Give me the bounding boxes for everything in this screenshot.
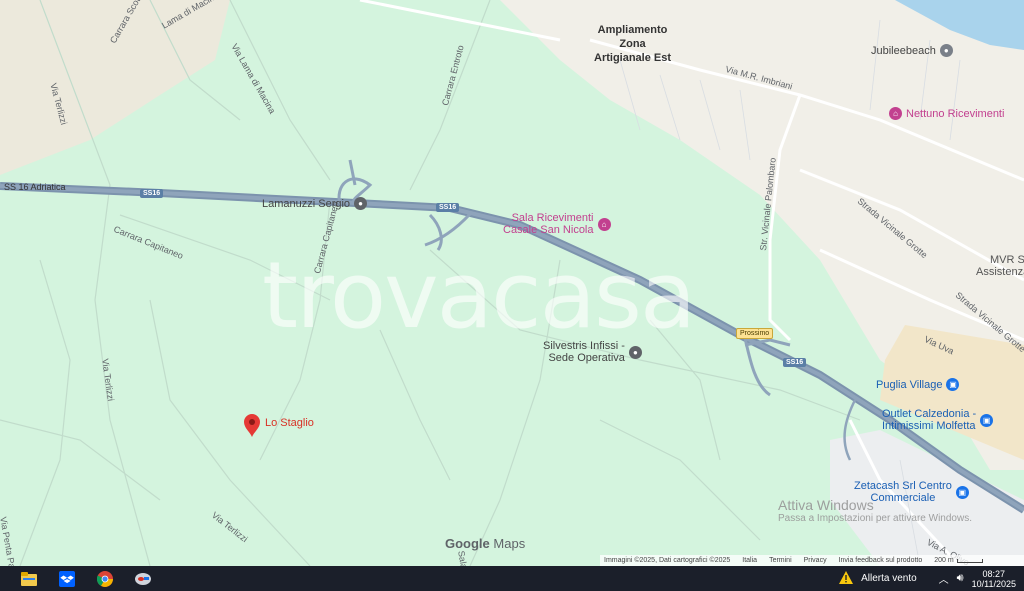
- poi-label: Intimissimi Molfetta: [882, 420, 976, 432]
- venue-icon: ⌂: [597, 217, 611, 231]
- feedback-link[interactable]: Invia feedback sul prodotto: [839, 557, 923, 564]
- maps-wordmark: Maps: [493, 536, 526, 551]
- area-label-line1: Ampliamento: [597, 24, 668, 36]
- poi-label-block: Outlet Calzedonia - Intimissimi Molfetta: [882, 408, 976, 432]
- poi-nettuno-ricevimenti[interactable]: ⌂ Nettuno Ricevimenti: [889, 107, 1004, 120]
- chevron-up-icon[interactable]: ︿: [939, 571, 949, 586]
- highway-shield-ss16: SS16: [140, 189, 164, 198]
- terms-link[interactable]: Termini: [769, 557, 792, 564]
- venue-icon: ⌂: [889, 107, 902, 120]
- poi-label-block: Sala Ricevimenti Casale San Nicola: [503, 212, 594, 236]
- clock[interactable]: 08:27 10/11/2025: [972, 569, 1016, 589]
- activate-windows-subtitle: Passa a Impostazioni per attivare Window…: [778, 513, 972, 524]
- poi-label: Casale San Nicola: [503, 224, 594, 236]
- place-icon: ●: [354, 197, 368, 210]
- road-label-ss16-adriatica: SS 16 Adriatica: [4, 182, 66, 192]
- scale-bar: [956, 558, 983, 563]
- prossimo-tag: Prossimo: [736, 328, 774, 339]
- weather-alert-label[interactable]: Allerta vento: [861, 573, 917, 584]
- place-icon: ●: [939, 44, 953, 57]
- chrome-icon[interactable]: [96, 570, 114, 588]
- poi-label: Assistenza, Ripa: [976, 266, 1024, 278]
- poi-label: Outlet Calzedonia -: [882, 408, 977, 420]
- weather-alert-icon[interactable]: [839, 570, 854, 587]
- area-label-line3: Artigianale Est: [594, 52, 672, 64]
- poi-label: Puglia Village: [876, 378, 943, 391]
- shopping-icon: ▣: [946, 378, 960, 391]
- trovacasa-watermark: trovacasa: [262, 242, 696, 349]
- shopping-icon: ▣: [980, 413, 994, 427]
- google-wordmark: Google: [445, 536, 490, 551]
- poi-lamanuzzi-sergio[interactable]: Lamanuzzi Sergio ●: [262, 197, 368, 210]
- privacy-link[interactable]: Privacy: [804, 557, 827, 564]
- app-icon[interactable]: [134, 570, 152, 588]
- poi-label: Lo Staglio: [265, 417, 314, 429]
- poi-mvr[interactable]: MVR S Assistenza, Ripa: [976, 254, 1024, 278]
- scale-control[interactable]: 200 m: [934, 557, 983, 564]
- area-label-ampliamento-zona: Ampliamento Zona Artigianale Est: [594, 23, 671, 65]
- poi-puglia-village[interactable]: Puglia Village ▣: [876, 378, 960, 391]
- poi-label: Sede Operativa: [548, 352, 625, 364]
- poi-label: Jubileebeach: [871, 44, 936, 57]
- volume-icon[interactable]: 🔊︎: [957, 572, 964, 585]
- map-view[interactable]: SS 16 Adriatica Carrara Scotella Lama di…: [0, 0, 1024, 566]
- country-link[interactable]: Italia: [742, 557, 757, 564]
- imagery-credit: Immagini ©2025, Dati cartografici ©2025: [604, 557, 731, 564]
- poi-jubileebeach[interactable]: Jubileebeach ●: [871, 44, 953, 57]
- attribution-bar: Immagini ©2025, Dati cartografici ©2025 …: [600, 555, 1024, 566]
- poi-label: Sala Ricevimenti: [511, 212, 594, 224]
- highway-shield-ss16: SS16: [783, 358, 807, 367]
- dropbox-icon[interactable]: [58, 570, 76, 588]
- poi-outlet-calzedonia[interactable]: Outlet Calzedonia - Intimissimi Molfetta…: [882, 408, 994, 432]
- system-tray: Allerta vento ︿ 🔊︎ 08:27 10/11/2025: [839, 566, 1016, 591]
- activate-windows-title: Attiva Windows: [778, 497, 874, 513]
- activate-windows-notice: Attiva Windows Passa a Impostazioni per …: [778, 497, 972, 524]
- windows-taskbar: Allerta vento ︿ 🔊︎ 08:27 10/11/2025: [0, 566, 1024, 591]
- poi-label: Zetacash Srl Centro: [854, 480, 952, 492]
- scale-label: 200 m: [934, 557, 954, 564]
- file-explorer-icon[interactable]: [20, 570, 38, 588]
- poi-lo-staglio[interactable]: Lo Staglio: [265, 417, 314, 429]
- poi-label: MVR S: [990, 254, 1024, 266]
- clock-time: 08:27: [982, 568, 1006, 579]
- poi-label: Nettuno Ricevimenti: [906, 107, 1005, 120]
- clock-date: 10/11/2025: [971, 578, 1016, 589]
- area-label-line2: Zona: [619, 38, 646, 50]
- google-maps-logo: Google Maps: [445, 536, 525, 551]
- highway-shield-ss16: SS16: [436, 203, 460, 212]
- poi-label: Lamanuzzi Sergio: [262, 197, 351, 210]
- poi-sala-ricevimenti[interactable]: Sala Ricevimenti Casale San Nicola ⌂: [503, 212, 611, 236]
